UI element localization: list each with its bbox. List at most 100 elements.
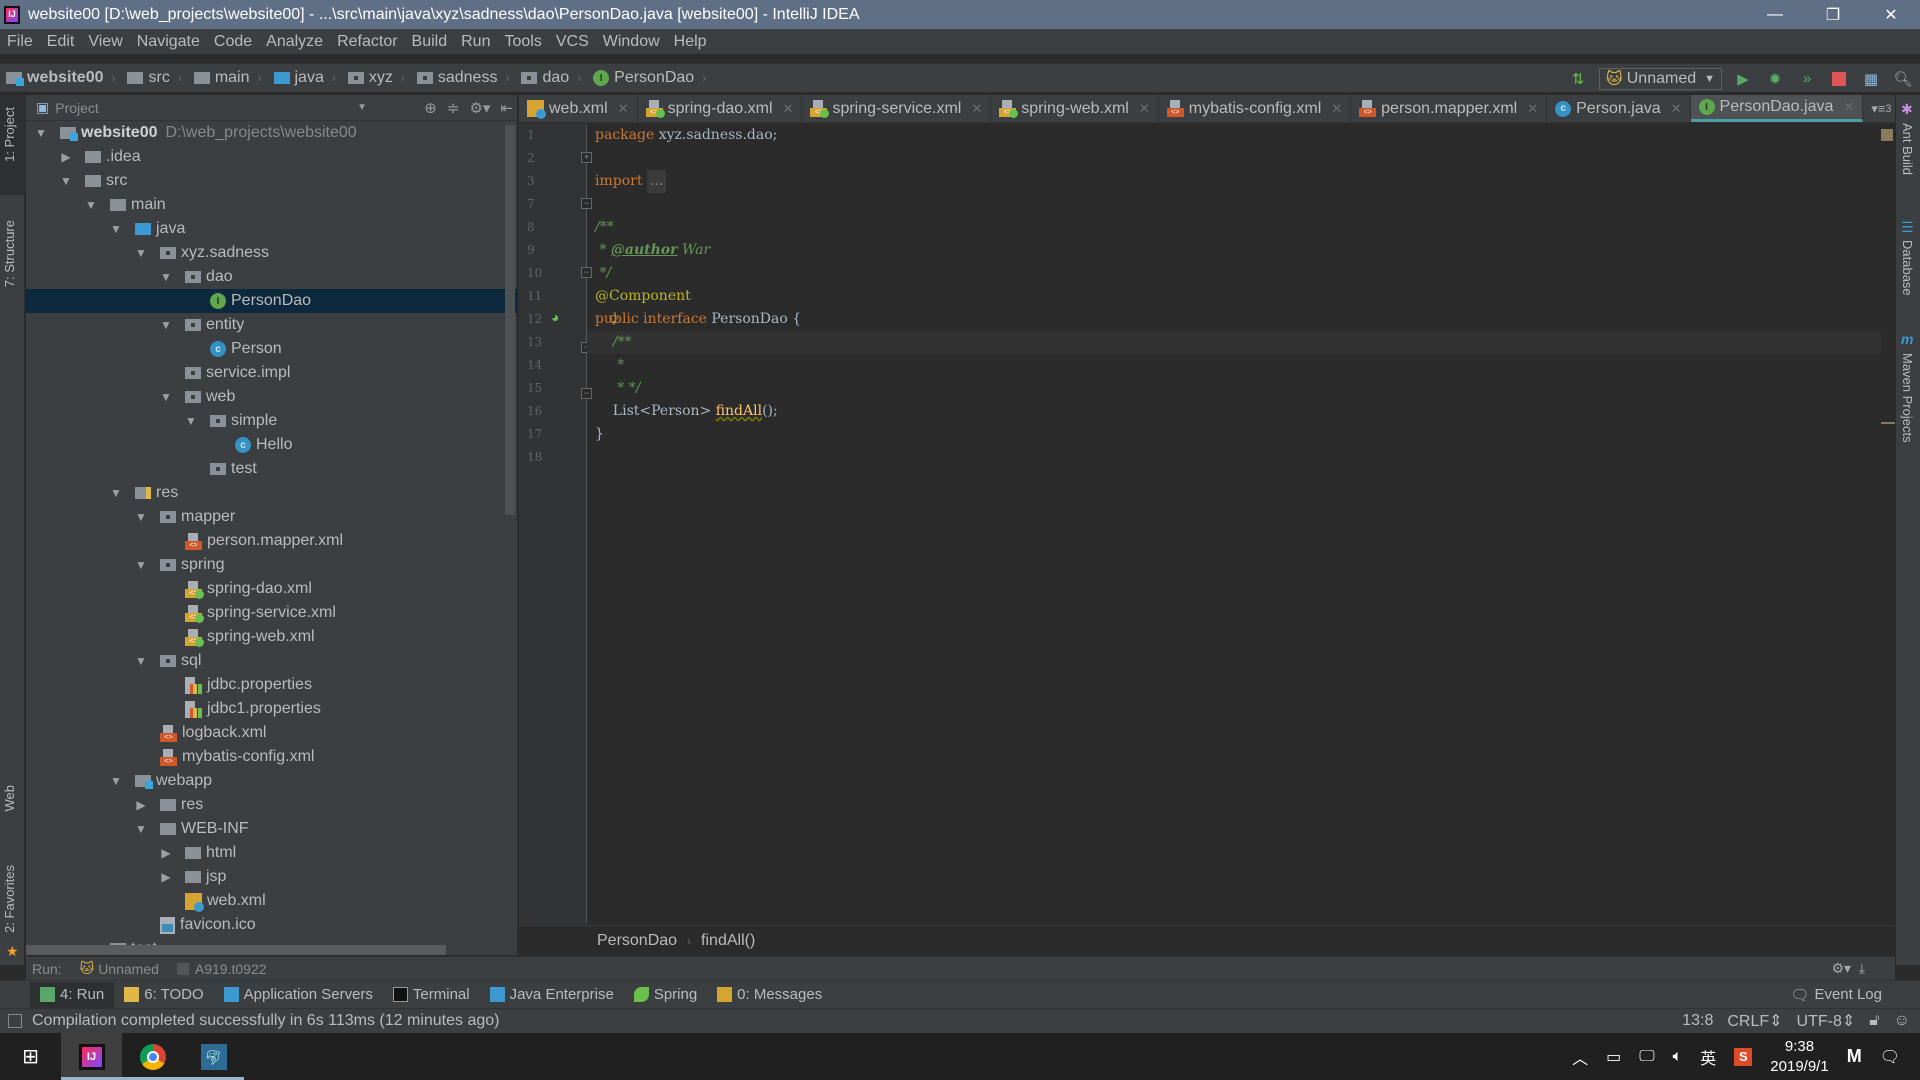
taskbar-app-chrome[interactable] — [122, 1033, 183, 1080]
code-line[interactable] — [595, 446, 1895, 469]
gear-icon[interactable]: ⚙▾ ⤓ — [1831, 960, 1865, 977]
tree-node[interactable]: mybatis-config.xml — [26, 745, 517, 769]
expand-arrow-down-icon[interactable]: ▼ — [109, 486, 123, 500]
run-icon[interactable]: ▶ — [1732, 68, 1754, 90]
code-line[interactable]: package xyz.sadness.dao; — [595, 124, 1895, 147]
code-line[interactable]: * — [595, 354, 1895, 377]
tool-window-terminal[interactable]: Terminal — [383, 982, 480, 1008]
tree-node[interactable]: jdbc.properties — [26, 673, 517, 697]
expand-arrow-down-icon[interactable]: ▼ — [159, 318, 173, 332]
tool-window-application-servers[interactable]: Application Servers — [214, 982, 383, 1008]
tree-node[interactable]: ▼ sql — [26, 649, 517, 673]
menu-navigate[interactable]: Navigate — [130, 33, 207, 51]
fold-end-icon[interactable]: − — [581, 388, 592, 399]
code-editor[interactable]: 123789101112131415161718 ◕ + − − − − pac… — [519, 124, 1895, 924]
editor-tab[interactable]: spring-service.xml ✕ — [802, 95, 992, 122]
expand-arrow-right-icon[interactable]: ▶ — [59, 150, 73, 164]
tool-window-java-enterprise[interactable]: Java Enterprise — [480, 982, 624, 1008]
tree-node[interactable]: ▶ html — [26, 841, 517, 865]
close-tab-icon[interactable]: ✕ — [1843, 99, 1854, 115]
tree-node[interactable]: ▼ xyz.sadness — [26, 241, 517, 265]
tab-maven-projects[interactable]: Maven Projects — [1900, 353, 1915, 443]
breadcrumb-class[interactable]: PersonDao — [597, 932, 677, 950]
code-line[interactable] — [595, 193, 1895, 216]
tree-node[interactable]: ▼ website00 D:\web_projects\website00 — [26, 121, 517, 145]
tree-node[interactable]: ▼ web — [26, 385, 517, 409]
expand-arrow-down-icon[interactable]: ▼ — [59, 174, 73, 188]
menu-file[interactable]: File — [0, 33, 40, 51]
locate-icon[interactable]: ⊕ — [424, 99, 437, 117]
code-line[interactable]: * @author War — [595, 239, 1895, 262]
sogou-icon[interactable]: S — [1734, 1047, 1753, 1066]
file-encoding[interactable]: UTF-8⇕ — [1797, 1011, 1856, 1031]
collapse-all-icon[interactable]: ≑ — [447, 99, 460, 117]
run-tab-process[interactable]: A919.t0922 — [176, 961, 267, 977]
expand-arrow-down-icon[interactable]: ▼ — [84, 198, 98, 212]
tree-node[interactable]: web.xml — [26, 889, 517, 913]
tree-node[interactable]: jdbc1.properties — [26, 697, 517, 721]
status-icon[interactable] — [8, 1014, 22, 1028]
folded-region[interactable]: ... — [646, 170, 667, 193]
expand-arrow-down-icon[interactable]: ▼ — [134, 654, 148, 668]
nav-crumb-persondao[interactable]: I PersonDao › — [587, 69, 712, 87]
run-coverage-icon[interactable]: » — [1796, 68, 1818, 90]
code-area[interactable]: package xyz.sadness.dao; import ... /** * … — [587, 124, 1895, 469]
nav-crumb-dao[interactable]: dao › — [515, 69, 587, 87]
tab-web[interactable]: Web — [2, 785, 17, 812]
editor-tab[interactable]: c Person.java ✕ — [1547, 95, 1691, 122]
tool-window-0-messages[interactable]: 0: Messages — [707, 982, 832, 1008]
code-line[interactable]: /** — [595, 216, 1895, 239]
menu-help[interactable]: Help — [667, 33, 714, 51]
tray-expand-icon[interactable]: ︿ — [1572, 1045, 1588, 1069]
expand-arrow-down-icon[interactable]: ▼ — [184, 414, 198, 428]
tree-node[interactable]: ▶ res — [26, 793, 517, 817]
code-line[interactable]: public interface PersonDao { — [595, 308, 1895, 331]
inspector-icon[interactable]: ☺ — [1894, 1012, 1910, 1030]
tree-node[interactable]: I PersonDao — [26, 289, 517, 313]
tree-node[interactable]: c Person — [26, 337, 517, 361]
tree-node[interactable]: favicon.ico — [26, 913, 517, 937]
tree-node[interactable]: ▼ mapper — [26, 505, 517, 529]
tab-structure[interactable]: 7: Structure — [2, 220, 17, 287]
editor-tab[interactable]: I PersonDao.java ✕ — [1690, 95, 1864, 122]
warning-marker[interactable] — [1881, 129, 1893, 141]
clock[interactable]: 9:38 2019/9/1 — [1770, 1037, 1828, 1077]
tree-node[interactable]: test — [26, 457, 517, 481]
tab-favorites[interactable]: 2: Favorites — [2, 865, 17, 933]
menu-run[interactable]: Run — [454, 33, 497, 51]
nav-crumb-java[interactable]: java › — [268, 69, 342, 87]
tree-node[interactable]: spring-dao.xml — [26, 577, 517, 601]
code-line[interactable]: List<Person> findAll(); — [595, 400, 1895, 423]
nav-crumb-xyz[interactable]: xyz › — [342, 69, 411, 87]
tool-window-6-todo[interactable]: 6: TODO — [114, 982, 213, 1008]
editor-tab[interactable]: spring-dao.xml ✕ — [638, 95, 803, 122]
caret-position[interactable]: 13:8 — [1682, 1012, 1713, 1030]
event-log-button[interactable]: 🗨︎ Event Log — [1780, 982, 1892, 1008]
fold-collapse-icon[interactable]: − — [581, 198, 592, 209]
close-tab-icon[interactable]: ✕ — [783, 101, 794, 117]
expand-arrow-right-icon[interactable]: ▶ — [134, 798, 148, 812]
network-icon[interactable]: 🖵︎ — [1639, 1048, 1654, 1066]
expand-arrow-down-icon[interactable]: ▼ — [109, 774, 123, 788]
editor-scrollbar[interactable] — [1881, 124, 1895, 924]
expand-arrow-right-icon[interactable]: ▶ — [159, 846, 173, 860]
tool-window-spring[interactable]: Spring — [624, 982, 707, 1008]
menu-window[interactable]: Window — [596, 33, 667, 51]
fold-end-icon[interactable]: − — [581, 267, 592, 278]
debug-icon[interactable]: ✹ — [1764, 68, 1786, 90]
line-separator[interactable]: CRLF⇕ — [1727, 1011, 1782, 1031]
tabs-overflow-button[interactable]: ▾≡ 3 — [1863, 95, 1895, 122]
run-tab-unnamed[interactable]: 🐱 Unnamed — [80, 960, 159, 977]
expand-arrow-down-icon[interactable]: ▼ — [159, 270, 173, 284]
app-tray-icon[interactable]: M — [1847, 1046, 1862, 1067]
minimize-button[interactable]: — — [1746, 0, 1804, 29]
tree-node[interactable]: ▼ src — [26, 169, 517, 193]
tree-node[interactable]: ▼ dao — [26, 265, 517, 289]
tree-node[interactable]: ▼ main — [26, 193, 517, 217]
project-structure-icon[interactable]: ▦ — [1860, 68, 1882, 90]
nav-crumb-main[interactable]: main › — [188, 69, 268, 87]
editor-tab[interactable]: person.mapper.xml ✕ — [1351, 95, 1548, 122]
nav-crumb-website00[interactable]: website00 › — [0, 69, 121, 87]
taskbar-app-intellij[interactable]: IJ — [61, 1033, 122, 1080]
menu-view[interactable]: View — [81, 33, 129, 51]
